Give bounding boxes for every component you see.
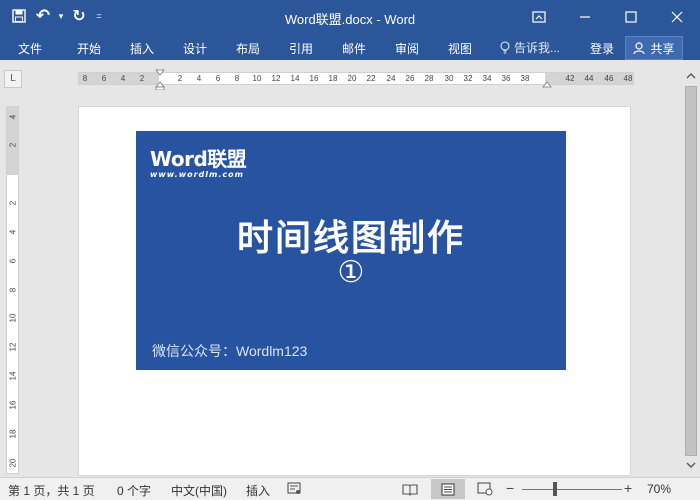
web-layout-icon	[477, 482, 493, 496]
sign-in-link[interactable]: 登录	[590, 40, 614, 57]
ribbon-tabs: 文件 开始 插入 设计 布局 引用 邮件 审阅 视图 告诉我... 登录	[0, 34, 700, 60]
document-page[interactable]: Word联盟 www.wordlm.com 时间线图制作 ① 微信公众号：Wor…	[78, 106, 631, 476]
insert-mode-indicator[interactable]: 插入	[246, 482, 270, 499]
ruler-tick-label: 4	[8, 229, 17, 235]
zoom-slider-thumb[interactable]	[553, 482, 557, 496]
word-count-indicator[interactable]: 0 个字	[117, 482, 151, 499]
close-icon	[671, 11, 683, 23]
minimize-button[interactable]	[562, 0, 608, 34]
zoom-in-button[interactable]: +	[624, 480, 632, 496]
tab-mailings[interactable]: 邮件	[342, 40, 366, 57]
tell-me-placeholder: 告诉我...	[514, 41, 561, 55]
tab-review[interactable]: 审阅	[395, 40, 419, 57]
tab-file[interactable]: 文件	[18, 40, 42, 57]
language-indicator[interactable]: 中文(中国)	[171, 482, 227, 499]
zoom-slider[interactable]	[522, 489, 622, 490]
page-number-indicator[interactable]: 第 1 页，共 1 页	[8, 482, 95, 499]
status-bar: 第 1 页，共 1 页 0 个字 中文(中国) 插入 − + 70%	[0, 477, 700, 500]
indent-markers	[155, 69, 552, 90]
tab-references[interactable]: 引用	[289, 40, 313, 57]
ruler-tick-label: 12	[8, 342, 17, 352]
book-icon	[402, 483, 418, 496]
ribbon-display-options-button[interactable]	[516, 0, 562, 34]
first-line-indent-marker[interactable]	[155, 69, 165, 76]
wordlm-logo: Word联盟 www.wordlm.com	[150, 143, 247, 179]
left-indent-marker[interactable]	[155, 86, 165, 90]
read-mode-button[interactable]	[397, 479, 423, 499]
person-icon	[633, 41, 646, 54]
share-label: 共享	[650, 41, 675, 56]
ruler-tick-label: 6	[8, 258, 17, 264]
maximize-icon	[625, 11, 637, 23]
ruler-tick-label: 4	[8, 114, 17, 120]
ribbon-options-icon	[532, 11, 546, 23]
ruler-tick-label: 8	[8, 287, 17, 293]
ruler-tick-label: 10	[8, 313, 17, 323]
ruler-tick-label: 2	[8, 142, 17, 148]
share-button[interactable]: 共享	[625, 36, 683, 60]
scroll-down-icon[interactable]	[685, 459, 697, 471]
minimize-icon	[580, 16, 590, 18]
banner-footer: 微信公众号：Wordlm123	[152, 343, 308, 359]
banner-title: 时间线图制作	[236, 217, 465, 258]
vertical-scrollbar[interactable]	[682, 64, 700, 476]
tab-view[interactable]: 视图	[448, 40, 472, 57]
macro-icon	[287, 482, 301, 494]
logo-wordmark: Word联盟	[150, 147, 247, 171]
ruler-tick-label: 2	[8, 200, 17, 206]
logo-url: www.wordlm.com	[150, 170, 244, 179]
tab-design[interactable]: 设计	[183, 40, 207, 57]
ruler-tick-label: 20	[8, 458, 17, 468]
maximize-button[interactable]	[608, 0, 654, 34]
tab-home[interactable]: 开始	[77, 40, 101, 57]
zoom-level[interactable]: 70%	[647, 482, 671, 496]
window-controls	[516, 0, 700, 34]
print-layout-button[interactable]	[431, 479, 465, 499]
scroll-up-icon[interactable]	[685, 70, 697, 82]
macro-recording-button[interactable]	[287, 481, 301, 498]
lightbulb-icon	[500, 41, 510, 54]
scrollbar-thumb[interactable]	[685, 86, 697, 456]
ruler-numbers: 4 2 2 4 6 8 10 12 14 16 18 20	[7, 107, 18, 475]
hanging-indent-marker[interactable]	[155, 81, 165, 88]
close-button[interactable]	[654, 0, 700, 34]
tab-selector[interactable]: L	[4, 70, 22, 88]
ruler-tick-label: 16	[8, 400, 17, 410]
page-layout-icon	[441, 482, 455, 496]
tell-me-box[interactable]: 告诉我...	[500, 39, 560, 56]
zoom-out-button[interactable]: −	[506, 480, 514, 496]
tab-insert[interactable]: 插入	[130, 40, 154, 57]
ruler-tick-label: 18	[8, 429, 17, 439]
banner-number: ①	[337, 256, 365, 289]
title-banner-image[interactable]: Word联盟 www.wordlm.com 时间线图制作 ① 微信公众号：Wor…	[136, 131, 566, 370]
title-bar: ↶ ▾ ↻ = Word联盟.docx - Word	[0, 0, 700, 34]
tab-layout[interactable]: 布局	[236, 40, 260, 57]
ruler-tick-label: 14	[8, 371, 17, 381]
right-indent-marker[interactable]	[542, 81, 552, 88]
vertical-ruler[interactable]: 4 2 2 4 6 8 10 12 14 16 18 20	[6, 106, 19, 474]
web-layout-button[interactable]	[472, 479, 498, 499]
